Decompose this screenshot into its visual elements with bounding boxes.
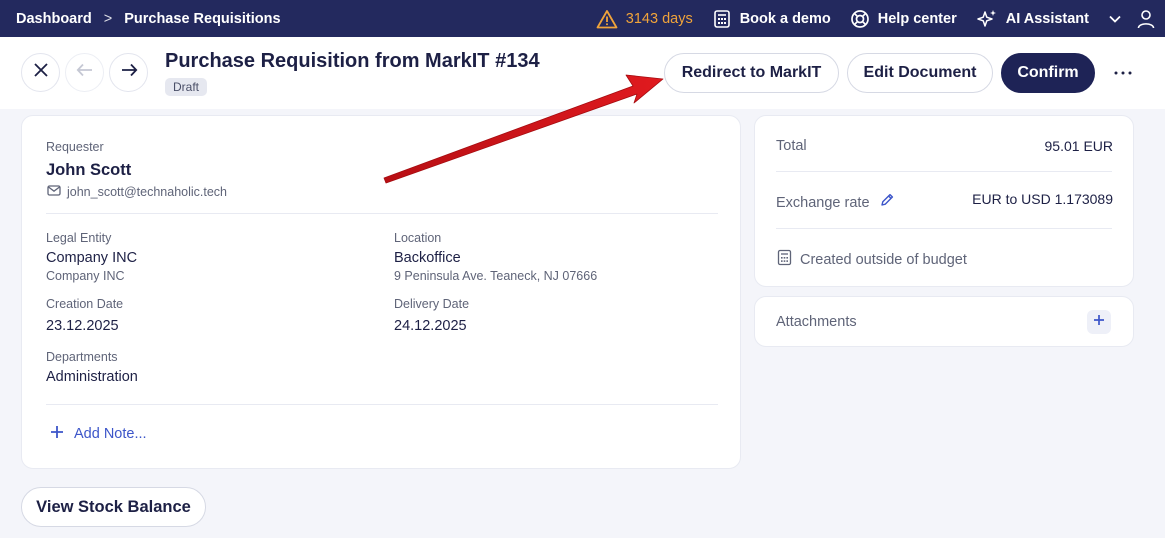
top-navbar: Dashboard > Purchase Requisitions 3143 d… xyxy=(0,0,1165,37)
creation-date-label: Creation Date xyxy=(46,297,124,311)
requester-email-row: john_scott@technaholic.tech xyxy=(47,183,227,201)
breadcrumb-separator-icon: > xyxy=(103,10,113,27)
exchange-rate-label: Exchange rate xyxy=(776,194,870,211)
legal-entity-label: Legal Entity xyxy=(46,231,112,245)
requester-label: Requester xyxy=(46,140,104,154)
pencil-icon[interactable] xyxy=(879,192,895,213)
redirect-to-markit-button[interactable]: Redirect to MarkIT xyxy=(664,53,839,93)
breadcrumb: Dashboard > Purchase Requisitions xyxy=(0,11,281,27)
divider xyxy=(776,171,1112,172)
previous-button[interactable] xyxy=(65,53,104,92)
location-label: Location xyxy=(394,231,442,245)
arrow-right-icon xyxy=(120,63,138,82)
attachments-label: Attachments xyxy=(776,314,857,330)
creation-date-value: 23.12.2025 xyxy=(46,318,119,334)
trial-days-label: 3143 days xyxy=(625,10,693,27)
book-demo-link[interactable]: Book a demo xyxy=(712,9,831,29)
help-center-link[interactable]: Help center xyxy=(850,9,957,29)
next-button[interactable] xyxy=(109,53,148,92)
attachments-card: Attachments xyxy=(754,296,1134,347)
legal-entity-sub: Company INC xyxy=(46,269,125,283)
arrow-left-icon xyxy=(76,63,94,82)
location-value: Backoffice xyxy=(394,250,461,266)
plus-icon xyxy=(50,425,64,443)
plus-icon xyxy=(1093,313,1105,331)
requester-email: john_scott@technaholic.tech xyxy=(67,185,228,199)
view-stock-balance-button[interactable]: View Stock Balance xyxy=(21,487,206,527)
status-badge: Draft xyxy=(165,78,208,96)
chevron-down-icon[interactable] xyxy=(1108,14,1122,24)
budget-note-label: Created outside of budget xyxy=(800,252,967,268)
divider xyxy=(776,228,1112,229)
user-icon[interactable] xyxy=(1137,9,1155,29)
mail-icon xyxy=(47,183,61,201)
requester-name: John Scott xyxy=(46,161,132,179)
add-attachment-button[interactable] xyxy=(1087,310,1111,334)
total-value: 95.01 EUR xyxy=(1044,138,1113,154)
location-address: 9 Peninsula Ave. Teaneck, NJ 07666 xyxy=(394,269,598,283)
confirm-button[interactable]: Confirm xyxy=(1001,53,1095,93)
add-note-label: Add Note... xyxy=(74,426,147,442)
departments-label: Departments xyxy=(46,350,118,364)
divider xyxy=(46,213,718,214)
trial-warning[interactable]: 3143 days xyxy=(596,9,693,29)
breadcrumb-purchase-requisitions[interactable]: Purchase Requisitions xyxy=(124,11,280,27)
legal-entity-value: Company INC xyxy=(46,250,138,266)
document-header: Purchase Requisition from MarkIT #134 Dr… xyxy=(0,37,1165,109)
ai-assistant-label: AI Assistant xyxy=(1005,10,1089,27)
calendar-icon xyxy=(712,9,732,29)
help-center-label: Help center xyxy=(877,10,957,27)
divider xyxy=(46,404,718,405)
sparkles-icon xyxy=(976,9,998,29)
departments-value: Administration xyxy=(46,369,138,385)
add-note-button[interactable]: Add Note... xyxy=(50,425,147,443)
budget-note-row: Created outside of budget xyxy=(776,249,967,271)
summary-card: Total 95.01 EUR Exchange rate EUR to USD… xyxy=(754,115,1134,287)
breadcrumb-dashboard[interactable]: Dashboard xyxy=(16,11,92,27)
delivery-date-value: 24.12.2025 xyxy=(394,318,467,334)
close-icon xyxy=(33,62,49,83)
close-button[interactable] xyxy=(21,53,60,92)
exchange-rate-value: EUR to USD 1.173089 xyxy=(972,191,1113,207)
calculator-icon xyxy=(776,249,793,271)
exchange-rate-row: Exchange rate xyxy=(776,192,895,213)
edit-document-button[interactable]: Edit Document xyxy=(847,53,993,93)
page-title: Purchase Requisition from MarkIT #134 xyxy=(165,50,540,72)
requisition-details-card: Requester John Scott john_scott@technaho… xyxy=(21,115,741,469)
more-options-icon[interactable] xyxy=(1111,61,1135,85)
lifebuoy-icon xyxy=(850,9,870,29)
delivery-date-label: Delivery Date xyxy=(394,297,470,311)
total-label: Total xyxy=(776,138,807,154)
book-demo-label: Book a demo xyxy=(739,10,831,27)
ai-assistant-button[interactable]: AI Assistant xyxy=(976,9,1089,29)
warning-icon xyxy=(596,9,618,29)
